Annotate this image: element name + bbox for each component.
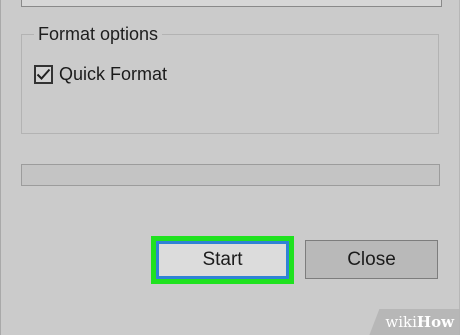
quick-format-checkbox[interactable] [34,64,53,84]
format-options-legend: Format options [34,23,163,45]
watermark-how: How [416,313,454,331]
window-left-edge [0,0,1,335]
close-button[interactable]: Close [305,240,438,279]
top-field-partial [21,0,442,7]
start-button[interactable]: Start [156,241,289,279]
watermark-wiki: wiki [385,313,417,331]
quick-format-label: Quick Format [59,64,168,84]
wikihow-watermark: wiki How [369,309,460,335]
format-progress-bar [21,164,440,186]
checkmark-icon [36,68,51,80]
quick-format-option[interactable]: Quick Format [34,62,167,86]
